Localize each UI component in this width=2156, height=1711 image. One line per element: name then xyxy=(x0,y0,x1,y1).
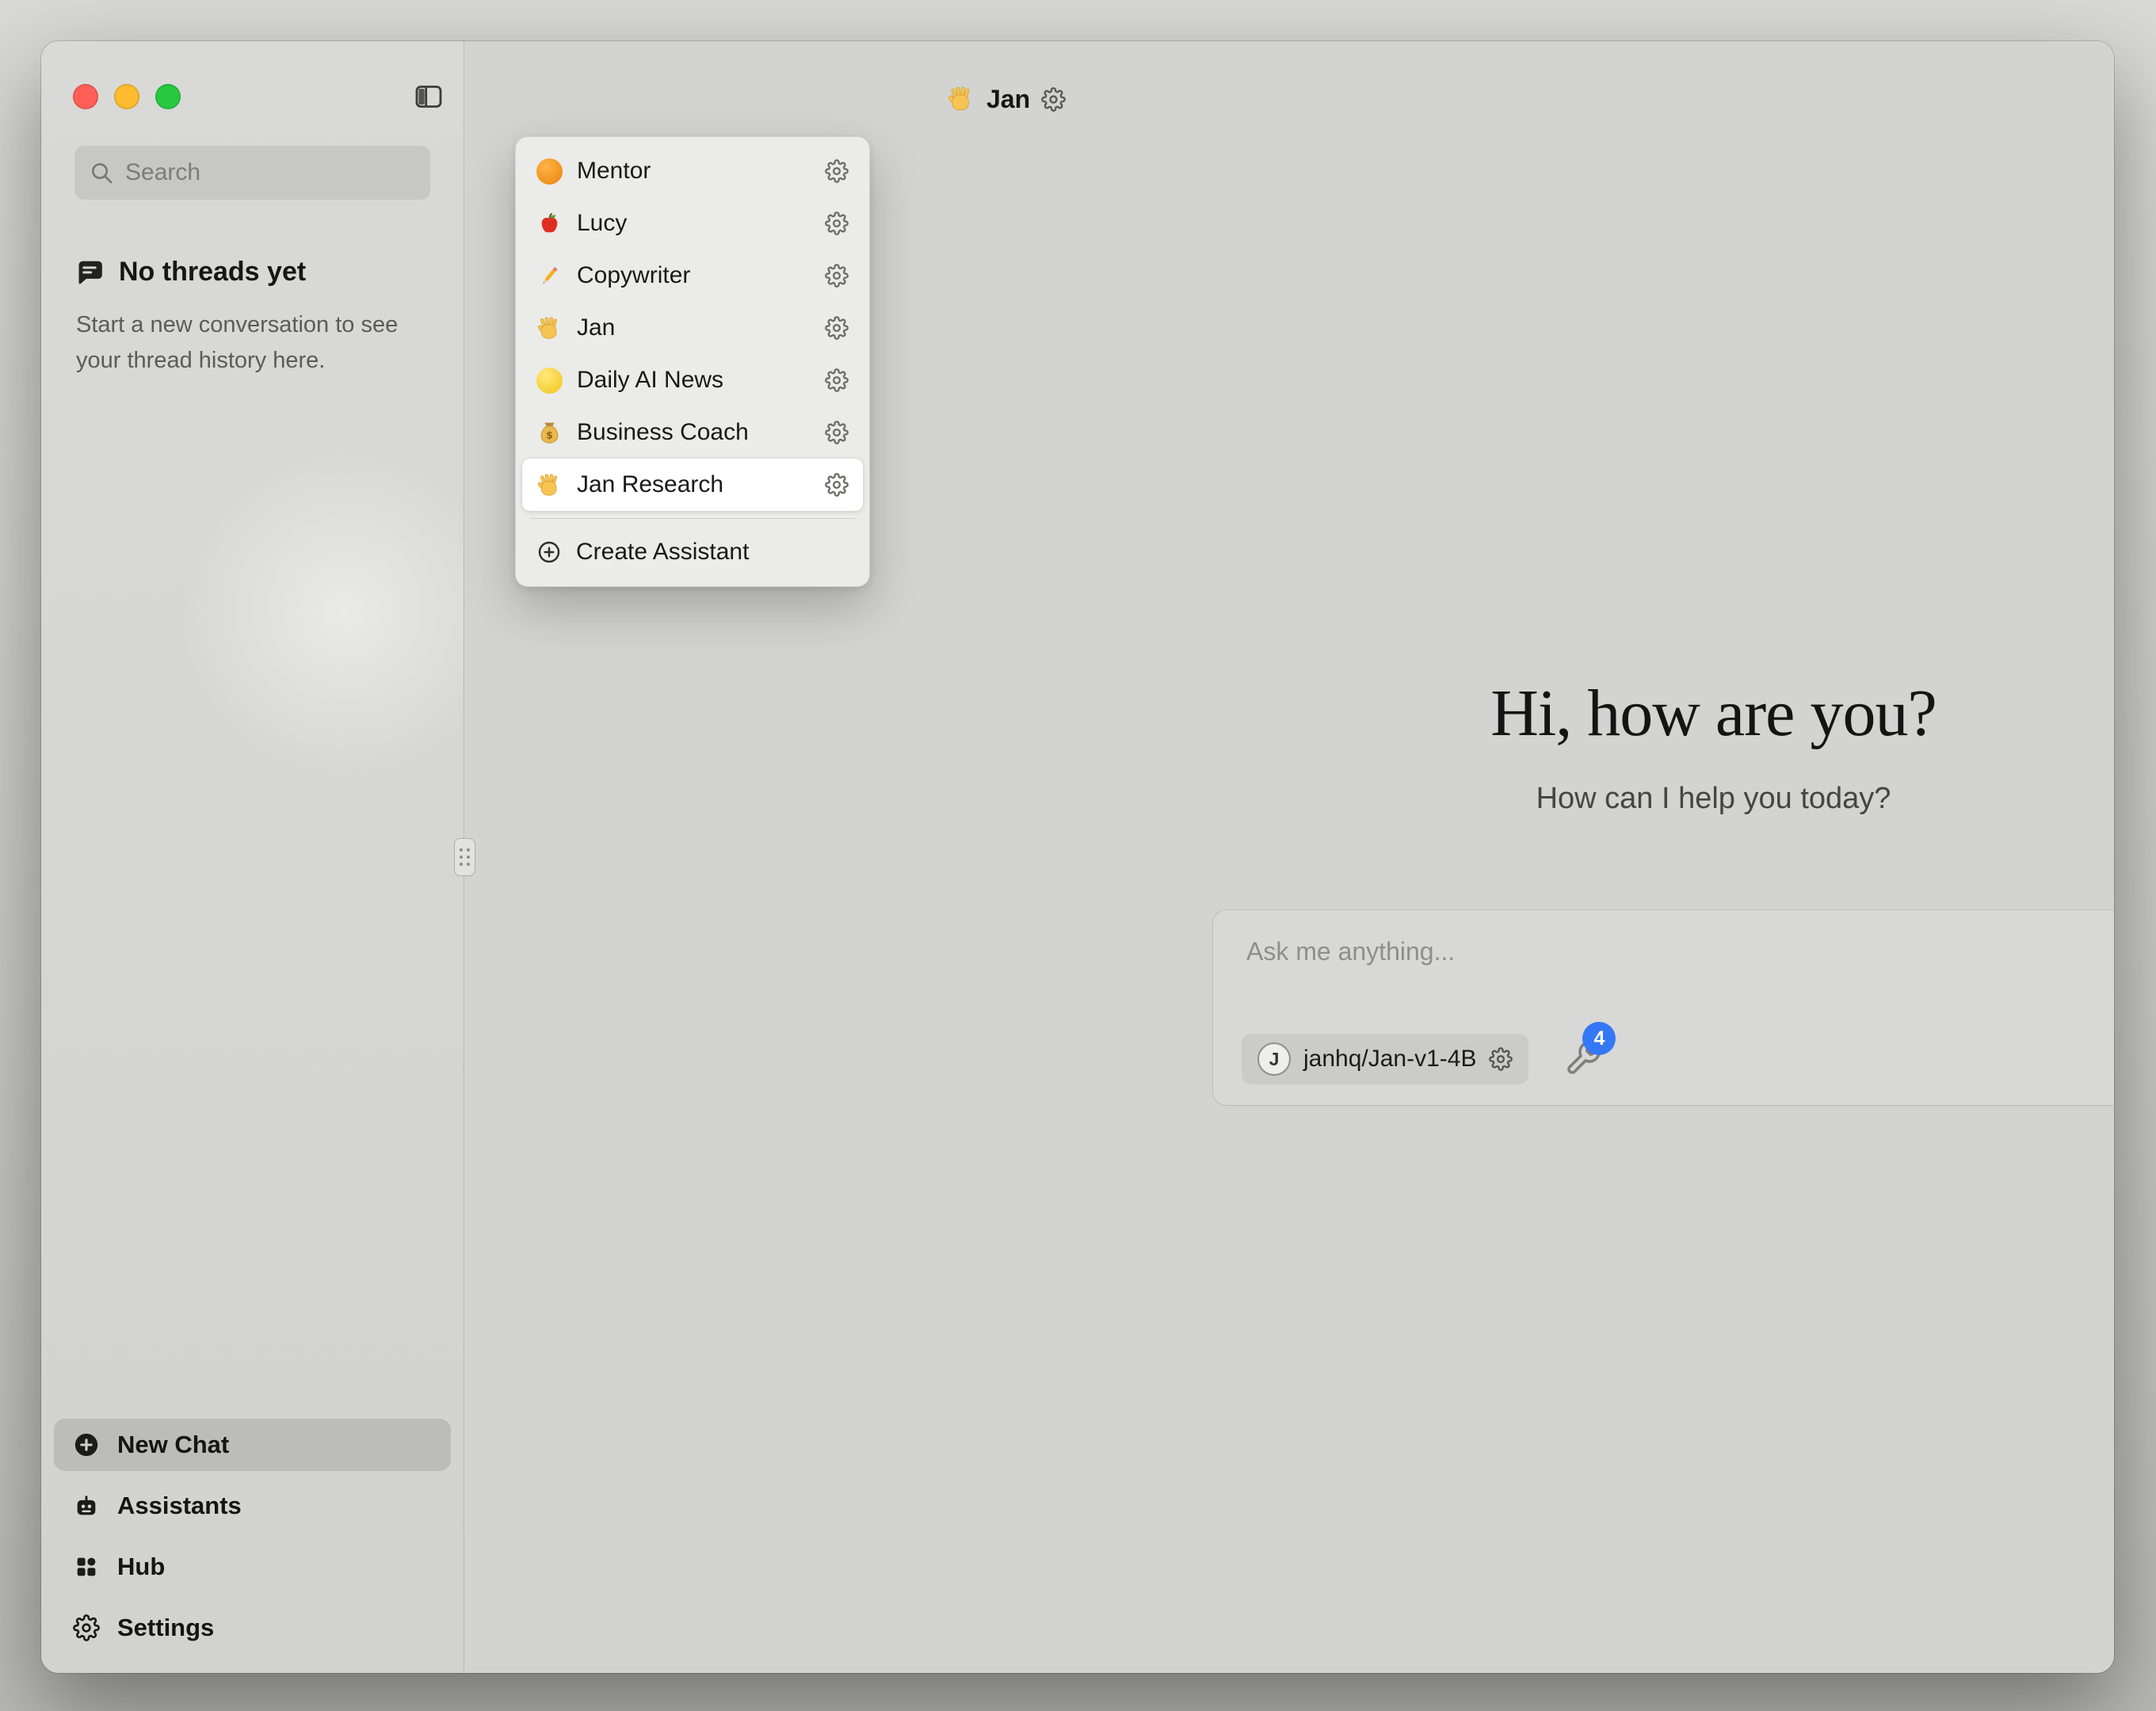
apple-icon xyxy=(536,211,563,237)
assistant-item-mentor[interactable]: Mentor xyxy=(522,145,863,197)
menu-divider xyxy=(530,518,855,519)
greeting: Hi, how are you? How can I help you toda… xyxy=(889,675,2114,816)
tools-count-badge: 4 xyxy=(1582,1022,1616,1055)
composer[interactable]: J janhq/Jan-v1-4B 4 xyxy=(1212,909,2114,1106)
model-selector[interactable]: J janhq/Jan-v1-4B xyxy=(1242,1034,1528,1084)
chat-bubble-icon xyxy=(74,257,105,288)
wave-icon xyxy=(536,315,563,341)
create-assistant-label: Create Assistant xyxy=(576,539,749,566)
plus-circle-icon xyxy=(536,539,562,565)
assistant-gear-button[interactable] xyxy=(825,159,849,183)
assistant-gear-button[interactable] xyxy=(825,211,849,235)
money-bag-icon xyxy=(536,420,563,446)
greeting-subtitle: How can I help you today? xyxy=(889,782,2114,816)
nav-label-settings: Settings xyxy=(117,1614,214,1642)
assistant-gear-button[interactable] xyxy=(825,264,849,288)
assistant-menu: Mentor Lucy Copywriter Jan xyxy=(515,136,870,587)
assistant-settings-button[interactable] xyxy=(1041,87,1066,112)
nav-item-hub[interactable]: Hub xyxy=(54,1541,451,1593)
orange-circle-icon xyxy=(536,158,563,185)
pencil-icon xyxy=(536,263,563,289)
assistant-item-jan-research[interactable]: Jan Research xyxy=(522,459,863,511)
current-assistant-name: Jan xyxy=(986,85,1030,114)
search-icon xyxy=(89,160,114,185)
nav-item-new-chat[interactable]: New Chat xyxy=(54,1419,451,1471)
threads-empty-title-text: No threads yet xyxy=(119,257,306,288)
composer-toolbar: J janhq/Jan-v1-4B 4 xyxy=(1242,1034,1603,1084)
assistant-gear-button[interactable] xyxy=(825,421,849,444)
desktop-background: No threads yet Start a new conversation … xyxy=(0,0,2156,1711)
model-avatar: J xyxy=(1257,1042,1291,1076)
minimize-button[interactable] xyxy=(114,84,139,109)
sidebar-nav: New Chat Assistants Hub Settings xyxy=(54,1419,451,1654)
plus-circle-icon xyxy=(73,1431,100,1458)
sidebar: No threads yet Start a new conversation … xyxy=(41,41,464,1673)
threads-empty-description: Start a new conversation to see your thr… xyxy=(76,307,425,379)
wave-icon xyxy=(947,85,975,113)
assistant-item-business-coach[interactable]: Business Coach xyxy=(522,406,863,459)
assistants-icon xyxy=(73,1492,100,1519)
create-assistant-item[interactable]: Create Assistant xyxy=(522,526,863,578)
pane-resize-handle[interactable] xyxy=(454,838,475,876)
assistant-label: Daily AI News xyxy=(577,367,723,394)
window-controls xyxy=(73,84,181,109)
nav-item-assistants[interactable]: Assistants xyxy=(54,1480,451,1532)
zoom-button[interactable] xyxy=(155,84,181,109)
gear-icon xyxy=(825,316,849,340)
gear-icon xyxy=(825,473,849,497)
nav-item-settings[interactable]: Settings xyxy=(54,1602,451,1654)
sidebar-toggle-button[interactable] xyxy=(412,81,445,114)
assistant-label: Business Coach xyxy=(577,419,749,446)
greeting-title: Hi, how are you? xyxy=(889,675,2114,752)
nav-label-assistants: Assistants xyxy=(117,1492,242,1520)
app-window: No threads yet Start a new conversation … xyxy=(41,41,2114,1673)
assistant-label: Lucy xyxy=(577,210,627,237)
yellow-circle-icon xyxy=(536,368,563,394)
tools-button[interactable]: 4 xyxy=(1563,1039,1603,1079)
close-button[interactable] xyxy=(73,84,98,109)
assistant-label: Copywriter xyxy=(577,262,690,289)
sidebar-toggle-icon xyxy=(413,81,445,112)
assistant-gear-button[interactable] xyxy=(825,368,849,392)
search-field[interactable] xyxy=(74,146,430,200)
search-input[interactable] xyxy=(125,159,416,186)
assistant-gear-button[interactable] xyxy=(825,473,849,497)
model-name: janhq/Jan-v1-4B xyxy=(1303,1046,1476,1073)
message-input[interactable] xyxy=(1246,937,2114,997)
gear-icon xyxy=(825,211,849,235)
assistant-item-copywriter[interactable]: Copywriter xyxy=(522,250,863,302)
assistant-label: Mentor xyxy=(577,158,651,185)
assistant-label: Jan Research xyxy=(577,471,723,498)
assistant-item-daily-ai-news[interactable]: Daily AI News xyxy=(522,354,863,406)
gear-icon xyxy=(825,368,849,392)
nav-label-new-chat: New Chat xyxy=(117,1431,229,1459)
assistant-selector[interactable]: Jan xyxy=(947,81,1066,117)
model-settings-gear-icon xyxy=(1489,1047,1513,1071)
gear-icon xyxy=(73,1614,100,1641)
assistant-item-jan[interactable]: Jan xyxy=(522,302,863,354)
gear-icon xyxy=(1041,87,1066,112)
hub-grid-icon xyxy=(73,1553,100,1580)
gear-icon xyxy=(825,421,849,444)
gear-icon xyxy=(825,159,849,183)
threads-empty-title: No threads yet xyxy=(74,257,306,288)
gear-icon xyxy=(825,264,849,288)
assistant-label: Jan xyxy=(577,314,615,341)
nav-label-hub: Hub xyxy=(117,1553,165,1581)
wave-icon xyxy=(536,472,563,498)
assistant-gear-button[interactable] xyxy=(825,316,849,340)
assistant-item-lucy[interactable]: Lucy xyxy=(522,197,863,250)
